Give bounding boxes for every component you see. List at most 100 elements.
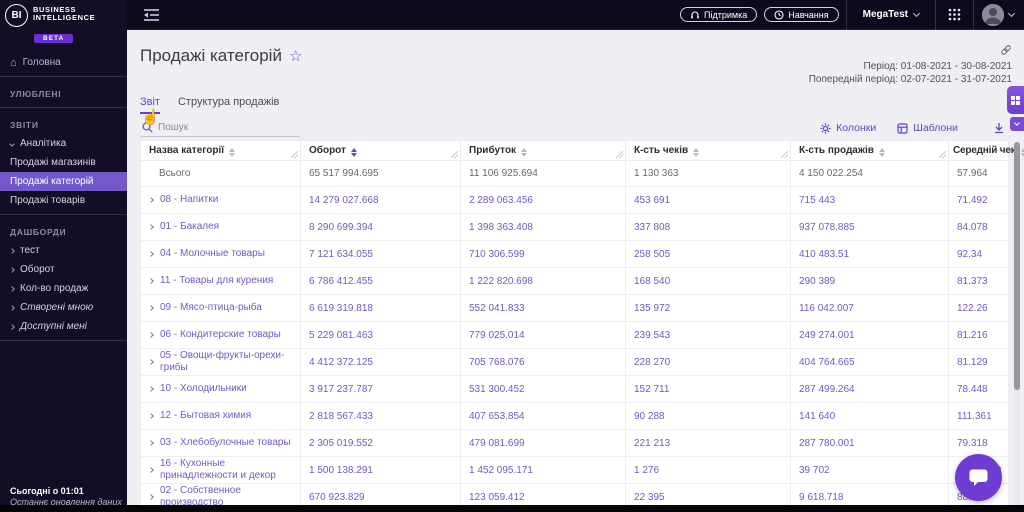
expand-row-icon[interactable]	[148, 440, 154, 446]
tab-sales-structure[interactable]: Структура продажів	[178, 96, 279, 114]
expand-row-icon[interactable]	[148, 359, 154, 365]
sort-icon[interactable]	[521, 147, 528, 157]
table-row[interactable]: 12 - Бытовая химия 2 818 567.433 407 653.8…	[140, 402, 1009, 430]
training-button[interactable]: Навчання	[764, 7, 839, 22]
table-row[interactable]: 16 - Кухонные принадлежности и декор 1 50…	[140, 456, 1009, 484]
support-button[interactable]: Підтримка	[680, 7, 758, 22]
sidebar-item-label: Продажі категорій	[10, 176, 94, 187]
column-resize-handle[interactable]	[291, 151, 298, 158]
cell-value: 2 289 063.456	[460, 186, 626, 214]
header-receipts-count[interactable]: К-сть чеків	[625, 140, 791, 161]
sidebar-item-category-sales[interactable]: Продажі категорій	[0, 172, 127, 191]
scrollbar-thumb[interactable]	[1014, 142, 1020, 390]
cell-value: 705 768.076	[460, 348, 626, 376]
total-label: Всього	[140, 160, 301, 187]
column-resize-handle[interactable]	[451, 151, 458, 158]
expand-row-icon[interactable]	[148, 278, 154, 284]
table-row[interactable]: 10 - Холодильники 3 917 237.787 531 300.45…	[140, 375, 1009, 403]
search-icon	[142, 122, 153, 133]
cell-value: 2 305 019.552	[300, 429, 461, 457]
cell-value: 111.361	[948, 402, 1009, 430]
link-icon	[1001, 45, 1011, 55]
search-input[interactable]	[158, 122, 288, 133]
support-button-label: Підтримка	[704, 9, 748, 20]
cell-value: 92.34	[948, 240, 1009, 268]
sidebar-item-test[interactable]: тест	[0, 241, 127, 260]
expand-row-icon[interactable]	[148, 224, 154, 230]
menu-toggle-button[interactable]	[143, 8, 160, 22]
download-button[interactable]	[993, 122, 1005, 134]
expand-row-icon[interactable]	[148, 386, 154, 392]
chevron-down-icon	[9, 140, 15, 147]
favorites-section-header: УЛЮБЛЕНІ	[10, 89, 62, 99]
clock-icon	[774, 9, 784, 20]
columns-button[interactable]: Колонки	[820, 122, 876, 134]
column-resize-handle[interactable]	[781, 151, 788, 158]
column-resize-handle[interactable]	[939, 151, 946, 158]
expand-row-icon[interactable]	[148, 197, 154, 203]
expand-row-icon[interactable]	[148, 251, 154, 257]
divider	[0, 76, 127, 77]
expand-row-icon[interactable]	[148, 305, 154, 311]
sort-icon[interactable]	[1020, 147, 1024, 157]
copy-link-button[interactable]	[809, 44, 1012, 56]
sort-icon[interactable]	[229, 147, 236, 157]
header-sales-count[interactable]: К-сть продажів	[790, 140, 949, 161]
app-logo[interactable]: BI BUSINESS INTELLIGENCE	[0, 0, 127, 27]
filter-panel-button[interactable]	[1007, 86, 1024, 114]
table-row[interactable]: 09 - Мясо-птица-рыба 6 619 319.818 552 041…	[140, 294, 1009, 322]
sidebar-item-home[interactable]: ⌂ Головна	[0, 53, 127, 72]
table-row[interactable]: 06 - Кондитерские товары 5 229 081.463 779…	[140, 321, 1009, 349]
sidebar-item-available-to-me[interactable]: Доступні мені	[0, 317, 127, 336]
table-row[interactable]: 01 - Бакалея 8 290 699.394 1 398 363.408 33…	[140, 213, 1009, 241]
expand-row-icon[interactable]	[148, 494, 154, 500]
header-profit[interactable]: Прибуток	[460, 140, 626, 161]
table-row[interactable]: 08 - Напитки 14 279 027.668 2 289 063.456 4…	[140, 186, 1009, 214]
cell-value: 39 702	[790, 456, 949, 484]
panel-collapse-button[interactable]	[1010, 117, 1024, 131]
table-row[interactable]: 04 - Молочные товары 7 121 634.055 710 306…	[140, 240, 1009, 268]
chevron-down-icon	[912, 9, 921, 17]
sidebar-item-label: Продажі товарів	[10, 195, 86, 206]
sidebar-item-product-sales[interactable]: Продажі товарів	[0, 191, 127, 210]
sort-icon[interactable]	[878, 147, 885, 157]
divider	[0, 214, 127, 215]
cell-value: 84.078	[948, 213, 1009, 241]
header-turnover[interactable]: Оборот	[300, 140, 461, 161]
divider	[0, 107, 127, 108]
user-menu[interactable]	[974, 3, 1024, 26]
category-name: 03 - Хлебобулочные товары	[160, 437, 291, 448]
apps-grid-button[interactable]	[936, 8, 973, 21]
sidebar-item-turnover[interactable]: Оборот	[0, 260, 127, 279]
chat-button[interactable]	[955, 454, 1002, 501]
column-resize-handle[interactable]	[616, 151, 623, 158]
table-row[interactable]: 11 - Товары для курения 6 786 412.455 1 22…	[140, 267, 1009, 295]
expand-row-icon[interactable]	[148, 332, 154, 338]
sidebar-item-store-sales[interactable]: Продажі магазинів	[0, 153, 127, 172]
table-row[interactable]: 05 - Овощи-фрукты-орехи-грибы 4 412 372.1…	[140, 348, 1009, 376]
header-average-receipt[interactable]: Середній чек	[948, 140, 1024, 161]
sidebar-item-sales-count[interactable]: Кол-во продаж	[0, 279, 127, 298]
chevron-down-icon	[1014, 119, 1020, 126]
sort-icon-active[interactable]	[350, 147, 357, 157]
search-box[interactable]	[140, 120, 300, 137]
tab-report[interactable]: Звіт	[140, 96, 160, 114]
workspace-selector[interactable]: MegaTest	[847, 9, 935, 20]
sort-icon[interactable]	[693, 147, 700, 157]
cell-value: 779 025.014	[460, 321, 626, 349]
menu-fold-icon	[144, 8, 159, 21]
expand-row-icon[interactable]	[148, 413, 154, 419]
table-header-row: Назва категорії Оборот Прибуток К-сть че…	[140, 140, 1024, 161]
total-row: Всього 65 517 994.695 11 106 925.694 1 1…	[140, 160, 1009, 187]
sidebar-item-created-by-me[interactable]: Створені мною	[0, 298, 127, 317]
cell-value: 1 398 363.408	[460, 213, 626, 241]
header-category-name[interactable]: Назва категорії	[140, 140, 301, 161]
favorite-star-icon[interactable]: ☆	[289, 47, 302, 65]
sidebar-group-analytics[interactable]: Аналітика	[0, 134, 127, 153]
cell-value: 81.129	[948, 348, 1009, 376]
templates-button[interactable]: Шаблони	[897, 122, 958, 134]
cell-value: 6 619 319.818	[300, 294, 461, 322]
sidebar-item-label: Продажі магазинів	[10, 157, 96, 168]
expand-row-icon[interactable]	[148, 467, 154, 473]
table-row[interactable]: 03 - Хлебобулочные товары 2 305 019.552 47…	[140, 429, 1009, 457]
